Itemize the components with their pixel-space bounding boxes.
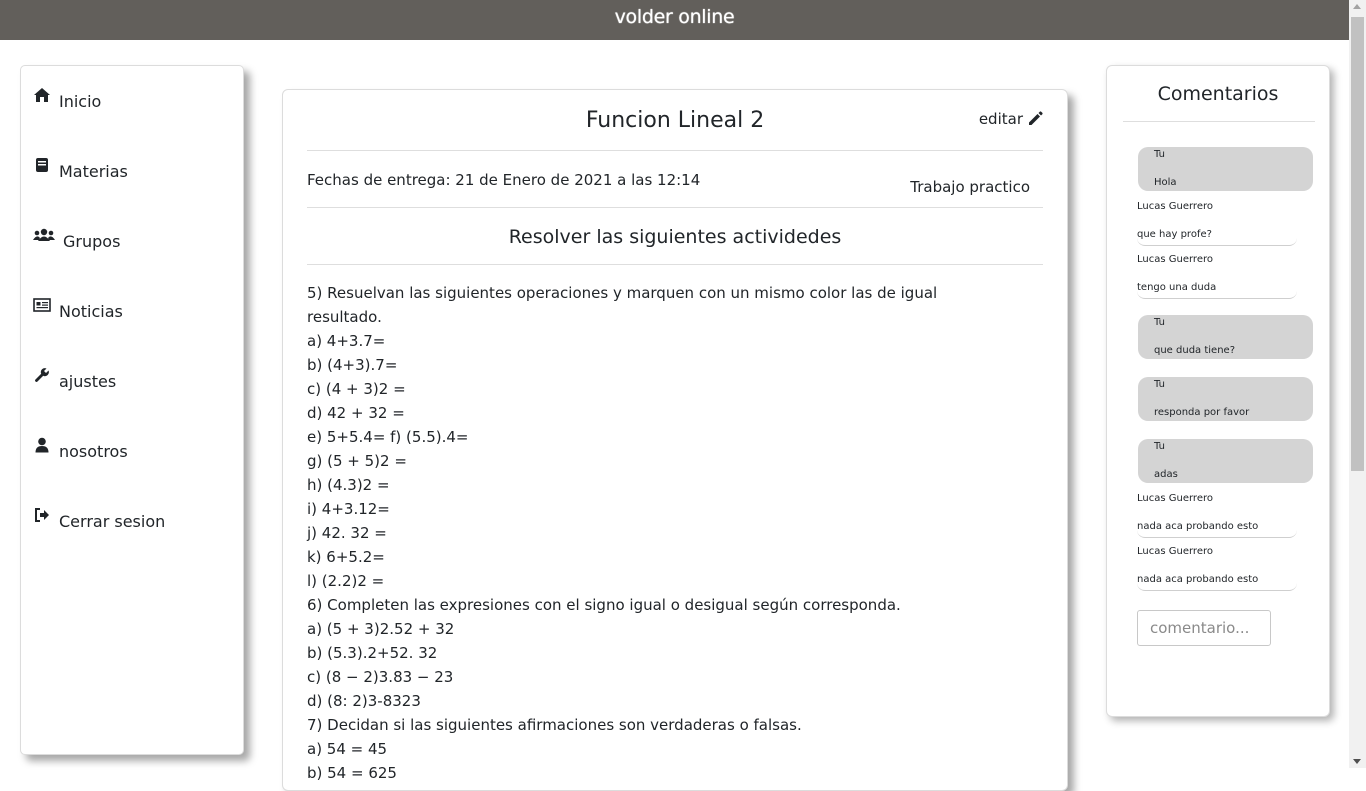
- comment-author: Lucas Guerrero: [1137, 254, 1213, 265]
- comment-mine: Tu responda por favor: [1138, 377, 1313, 421]
- body-line: b) (5.3).2+52. 32: [307, 644, 438, 662]
- top-bar: volder online: [0, 0, 1349, 40]
- body-line: e) 5+5.4= f) (5.5).4=: [307, 428, 469, 446]
- sign-out-icon: [33, 506, 51, 524]
- assignment-subtitle: Resolver las siguientes actividedes: [508, 226, 842, 248]
- comment-author: Tu: [1154, 441, 1165, 452]
- user-icon: [33, 436, 51, 454]
- divider: [1123, 121, 1315, 122]
- body-line: l) (2.2)2 =: [307, 572, 385, 590]
- comments-title: Comentarios: [1157, 83, 1279, 105]
- body-line: 5) Resuelvan las siguientes operaciones …: [307, 284, 938, 302]
- body-line: h) (4.3)2 =: [307, 476, 390, 494]
- body-line: a) 4+3.7=: [307, 332, 386, 350]
- sidebar-item-label: Grupos: [63, 231, 121, 251]
- comment-mine: Tu adas: [1138, 439, 1313, 483]
- edit-button[interactable]: editar: [979, 110, 1043, 128]
- comment-author: Lucas Guerrero: [1137, 493, 1213, 504]
- sidebar-item-label: Inicio: [59, 91, 102, 111]
- edit-label: editar: [978, 110, 1023, 128]
- body-line: 7) Decidan si las siguientes afirmacione…: [307, 716, 802, 734]
- wrench-icon: [33, 366, 51, 384]
- brand-title: volder online: [614, 6, 735, 28]
- comments-panel: Comentarios Tu Hola Lucas Guerrero que h…: [1106, 65, 1330, 717]
- comment-mine: Tu que duda tiene?: [1138, 315, 1313, 359]
- comment-other: Lucas Guerrero que hay profe?: [1137, 201, 1297, 246]
- sidebar-item-label: ajustes: [59, 371, 117, 391]
- divider: [307, 264, 1043, 265]
- scroll-down-arrow-icon[interactable]: [1353, 759, 1361, 764]
- body-line: g) (5 + 5)2 =: [307, 452, 407, 470]
- body-line: c) (4 + 3)2 =: [307, 380, 406, 398]
- sidebar-item-label: Cerrar sesion: [59, 511, 166, 531]
- body-line: d) (8: 2)3-8323: [307, 692, 421, 710]
- comment-text: tengo una duda: [1137, 282, 1217, 293]
- body-line: k) 6+5.2=: [307, 548, 385, 566]
- comment-other: Lucas Guerrero tengo una duda: [1137, 254, 1297, 299]
- scroll-thumb[interactable]: [1351, 17, 1364, 471]
- newspaper-icon: [33, 296, 51, 314]
- sidebar: Inicio Materias Grupos Noticias ajustes …: [20, 65, 244, 755]
- body-line: c) (8 − 2)3.83 − 23: [307, 668, 454, 686]
- users-icon: [33, 226, 55, 244]
- assignment-card: Funcion Lineal 2 editar Fechas de entreg…: [282, 89, 1068, 791]
- body-line: resultado.: [307, 308, 382, 326]
- sidebar-item-cerrar-sesion[interactable]: Cerrar sesion: [33, 506, 165, 536]
- body-line: b) (4+3).7=: [307, 356, 398, 374]
- sidebar-item-inicio[interactable]: Inicio: [33, 86, 101, 116]
- body-line: a) (5 + 3)2.52 + 32: [307, 620, 455, 638]
- comment-text: nada aca probando esto: [1137, 521, 1259, 532]
- sidebar-item-grupos[interactable]: Grupos: [33, 226, 120, 256]
- comment-text: que hay profe?: [1137, 229, 1212, 240]
- sidebar-item-nosotros[interactable]: nosotros: [33, 436, 128, 466]
- page-scrollbar[interactable]: [1349, 0, 1366, 768]
- divider: [307, 207, 1043, 208]
- comment-author: Tu: [1154, 379, 1165, 390]
- comment-input[interactable]: [1137, 610, 1271, 646]
- body-line: d) 42 + 32 =: [307, 404, 405, 422]
- comment-text: Hola: [1154, 177, 1177, 188]
- comment-text: responda por favor: [1154, 407, 1250, 418]
- due-date: Fechas de entrega: 21 de Enero de 2021 a…: [307, 171, 701, 189]
- body-line: i) 4+3.12=: [307, 500, 390, 518]
- sidebar-item-noticias[interactable]: Noticias: [33, 296, 123, 326]
- body-line: j) 42. 32 =: [307, 524, 387, 542]
- comment-text: adas: [1154, 469, 1178, 480]
- sidebar-item-label: Noticias: [59, 301, 123, 321]
- book-icon: [33, 156, 51, 174]
- comment-author: Lucas Guerrero: [1137, 546, 1213, 557]
- comment-other: Lucas Guerrero nada aca probando esto: [1137, 546, 1297, 591]
- assignment-body: 5) Resuelvan las siguientes operaciones …: [307, 281, 938, 785]
- assignment-title: Funcion Lineal 2: [585, 108, 765, 133]
- divider: [307, 150, 1043, 151]
- pencil-icon: [1029, 111, 1043, 125]
- comment-author: Tu: [1154, 317, 1165, 328]
- comment-author: Tu: [1154, 149, 1165, 160]
- assignment-type: Trabajo practico: [910, 178, 1030, 196]
- sidebar-item-ajustes[interactable]: ajustes: [33, 366, 116, 396]
- body-line: 6) Completen las expresiones con el sign…: [307, 596, 901, 614]
- scroll-up-arrow-icon[interactable]: [1353, 4, 1361, 9]
- sidebar-item-label: Materias: [59, 161, 128, 181]
- home-icon: [33, 86, 51, 104]
- comment-text: nada aca probando esto: [1137, 574, 1259, 585]
- body-line: a) 54 = 45: [307, 740, 388, 758]
- comment-other: Lucas Guerrero nada aca probando esto: [1137, 493, 1297, 538]
- comment-mine: Tu Hola: [1138, 147, 1313, 191]
- sidebar-item-materias[interactable]: Materias: [33, 156, 128, 186]
- comment-text: que duda tiene?: [1154, 345, 1236, 356]
- sidebar-item-label: nosotros: [59, 441, 128, 461]
- comment-author: Lucas Guerrero: [1137, 201, 1213, 212]
- body-line: b) 54 = 625: [307, 764, 397, 782]
